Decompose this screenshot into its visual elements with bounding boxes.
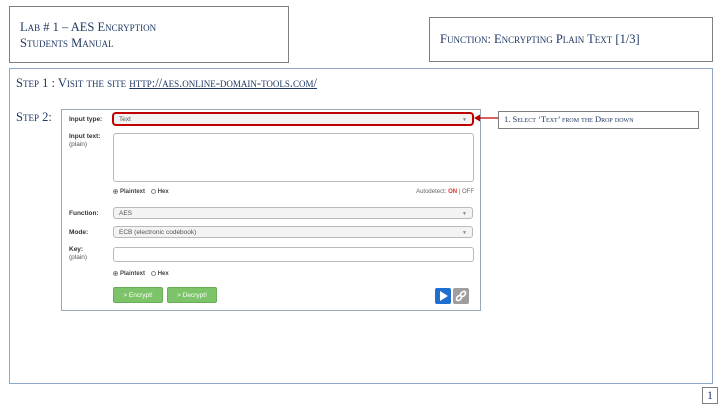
site-link[interactable]: http://aes.online-domain-tools.com/ [129, 76, 317, 90]
input-type-label: Input type: [69, 116, 103, 123]
page-number: 1 [702, 387, 718, 404]
chevron-down-icon: ▼ [462, 211, 467, 217]
key-label: Key: (plain) [69, 246, 88, 261]
mode-value: ECB (electronic codebook) [119, 229, 197, 236]
chevron-down-icon: ▼ [462, 117, 467, 123]
input-type-value: Text [119, 116, 131, 123]
autodetect-toggle[interactable]: Autodetect: ON | OFF [416, 189, 474, 195]
input-text-area[interactable] [113, 133, 474, 182]
mode-select[interactable]: ECB (electronic codebook) ▼ [113, 226, 473, 238]
mode-label: Mode: [69, 229, 89, 236]
link-icon[interactable] [453, 288, 469, 304]
decrypt-button[interactable]: > Decrypt! [167, 287, 217, 303]
lab-title: Lab # 1 – AES Encryption [20, 20, 157, 34]
encrypt-button[interactable]: > Encrypt! [113, 287, 163, 303]
key-hex-radio[interactable] [150, 271, 156, 276]
function-label: Function: [69, 210, 99, 217]
key-plaintext-radio[interactable] [113, 271, 118, 276]
key-sublabel: (plain) [69, 254, 88, 261]
play-icon[interactable] [435, 288, 451, 304]
manual-subtitle: Students Manual [20, 36, 114, 50]
callout-arrow [474, 114, 500, 122]
step1-text: Step 1 : Visit the site http://aes.onlin… [16, 76, 317, 91]
function-title: Function: Encrypting Plain Text [1/3] [440, 32, 640, 46]
header-right-box: Function: Encrypting Plain Text [1/3] [429, 17, 713, 62]
key-input[interactable] [113, 247, 474, 262]
input-format-radios: Plaintext Hex [113, 189, 173, 195]
input-text-label: Input text: (plain) [69, 133, 101, 148]
tool-screenshot: Input type: Text ▼ Input text: (plain) P… [61, 109, 481, 311]
key-format-radios: Plaintext Hex [113, 271, 173, 277]
step2-label: Step 2: [16, 110, 52, 124]
function-select[interactable]: AES ▼ [113, 207, 473, 219]
step1-label: Step 1 : Visit the site [16, 76, 130, 90]
input-type-select[interactable]: Text ▼ [113, 113, 473, 125]
function-value: AES [119, 210, 133, 217]
callout-box: 1. Select ‘Text’ from the Drop down [498, 111, 699, 129]
header-left-box: Lab # 1 – AES Encryption Students Manual [9, 6, 289, 63]
input-text-sublabel: (plain) [69, 141, 88, 148]
chevron-down-icon: ▼ [462, 230, 467, 236]
hex-radio[interactable] [150, 189, 156, 194]
plaintext-radio[interactable] [113, 189, 118, 194]
callout-text: 1. Select ‘Text’ from the Drop down [504, 114, 634, 124]
